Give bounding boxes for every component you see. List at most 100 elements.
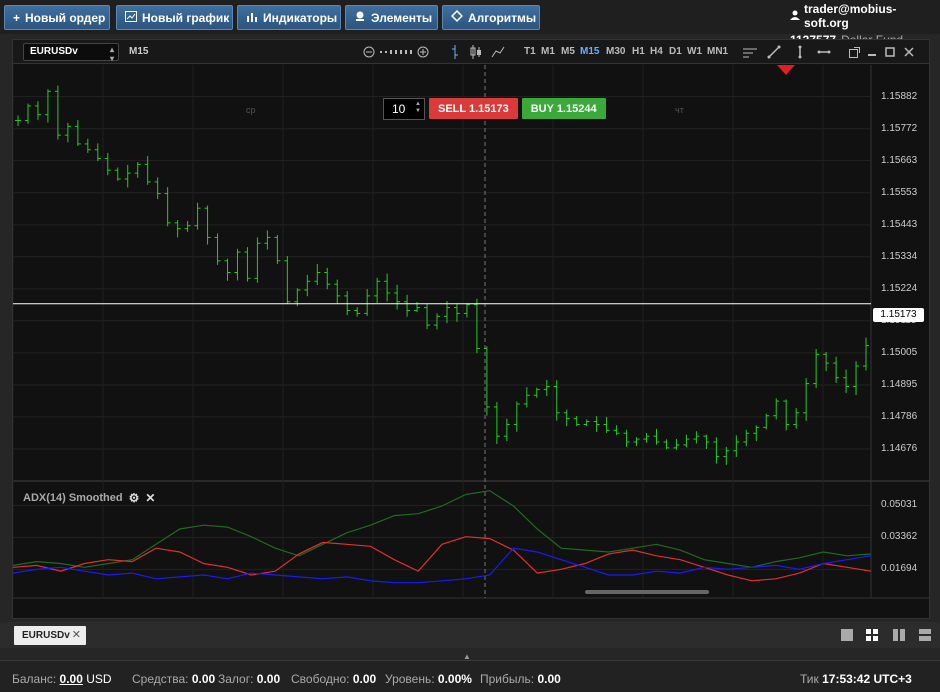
ohlc-bar bbox=[274, 234, 281, 264]
ohlc-bar bbox=[424, 303, 431, 330]
ohlc-bar bbox=[773, 398, 780, 420]
line-chart-type-icon[interactable] bbox=[490, 42, 506, 62]
ohlc-bar bbox=[703, 434, 710, 449]
ohlc-bar bbox=[613, 425, 620, 436]
sell-button[interactable]: SELL 1.15173 bbox=[429, 98, 518, 119]
ohlc-bar bbox=[44, 89, 51, 123]
ohlc-bar bbox=[833, 356, 840, 383]
ohlc-bar bbox=[753, 425, 760, 442]
level-value: 0.00% bbox=[437, 672, 472, 686]
ohlc-bar bbox=[633, 437, 640, 447]
tf-mn1[interactable]: MN1 bbox=[707, 46, 728, 57]
balance: Баланс: 0.00 USD bbox=[12, 672, 112, 686]
ohlc-bar bbox=[623, 429, 630, 448]
gear-icon[interactable]: ⚙ bbox=[129, 491, 140, 505]
zoom-in-icon[interactable] bbox=[415, 42, 431, 62]
diamond-icon bbox=[450, 9, 464, 25]
price-tick-label: 1.15663 bbox=[881, 154, 918, 166]
close-indicator-icon[interactable]: ✕ bbox=[145, 491, 155, 505]
balance-value: 0.00 bbox=[59, 672, 83, 686]
zoom-slider[interactable] bbox=[379, 42, 413, 62]
plus-icon: + bbox=[13, 10, 21, 25]
ohlc-bar bbox=[114, 167, 121, 181]
indicators-button[interactable]: Индикаторы bbox=[237, 5, 341, 30]
ohlc-bar bbox=[264, 230, 271, 250]
ohlc-bar bbox=[453, 304, 460, 322]
new-chart-button[interactable]: Новый график bbox=[116, 5, 233, 30]
margin-level: Уровень: 0.00% bbox=[385, 672, 472, 686]
tf-d1[interactable]: D1 bbox=[669, 46, 682, 57]
tf-h4[interactable]: H4 bbox=[650, 46, 663, 57]
timezone[interactable]: UTC+3 bbox=[874, 672, 912, 686]
layout-grid-icon[interactable] bbox=[865, 628, 879, 642]
ohlc-bar bbox=[583, 419, 590, 427]
ohlc-bar bbox=[663, 439, 670, 450]
ohlc-bar bbox=[603, 416, 610, 433]
top-toolbar: + Новый ордер Новый график Индикаторы Эл… bbox=[0, 0, 940, 47]
adx-tick-label: 0.01694 bbox=[881, 563, 918, 575]
algorithms-button[interactable]: Алгоритмы bbox=[442, 5, 540, 30]
close-icon[interactable] bbox=[902, 42, 916, 62]
ohlc-bar bbox=[473, 298, 480, 354]
layout-rows-icon[interactable] bbox=[918, 628, 932, 642]
ohlc-bar bbox=[723, 446, 730, 465]
margin-value: 0.00 bbox=[256, 672, 281, 686]
tf-t1[interactable]: T1 bbox=[524, 46, 536, 57]
alert-marker-icon bbox=[777, 65, 795, 75]
ohlc-bar bbox=[154, 177, 161, 200]
price-chart[interactable] bbox=[13, 65, 929, 618]
spinner-icon[interactable]: ▲ ▼ bbox=[415, 101, 421, 115]
elements-button[interactable]: Элементы bbox=[345, 5, 438, 30]
tf-m15[interactable]: M15 bbox=[580, 46, 599, 57]
maximize-icon[interactable] bbox=[883, 42, 897, 62]
ohlc-bar bbox=[354, 307, 361, 317]
tf-h1[interactable]: H1 bbox=[632, 46, 645, 57]
free-margin: Свободно: 0.00 bbox=[291, 672, 376, 686]
lot-input[interactable]: 10 ▲ ▼ bbox=[383, 98, 425, 120]
buy-button[interactable]: BUY 1.15244 bbox=[521, 98, 606, 119]
price-tick-label: 1.14895 bbox=[881, 379, 918, 391]
chart-tab[interactable]: EURUSDv ✕ bbox=[14, 626, 86, 645]
horizontal-ray-tool-icon[interactable] bbox=[815, 42, 833, 62]
minimize-icon[interactable] bbox=[865, 42, 879, 62]
ohlc-bar bbox=[74, 120, 81, 146]
close-tab-icon[interactable]: ✕ bbox=[72, 628, 81, 641]
candle-chart-type-icon[interactable] bbox=[468, 42, 484, 62]
ohlc-bar bbox=[14, 115, 21, 127]
profit-label: Прибыль: bbox=[480, 672, 535, 686]
trade-panel: 10 ▲ ▼ SELL 1.15173 BUY 1.15244 bbox=[383, 98, 606, 120]
ohlc-bar bbox=[493, 402, 500, 444]
user-icon bbox=[790, 9, 800, 23]
horizontal-line-tool-icon[interactable] bbox=[741, 42, 759, 62]
ohlc-bar bbox=[134, 162, 141, 178]
ohlc-bar bbox=[793, 408, 800, 429]
tf-m1[interactable]: M1 bbox=[541, 46, 555, 57]
symbol-select[interactable]: EURUSDv ▴ ▾ bbox=[23, 43, 119, 63]
account-user: trader@mobius-soft.org bbox=[804, 2, 897, 30]
ohlc-bar bbox=[643, 433, 650, 443]
tf-w1[interactable]: W1 bbox=[687, 46, 702, 57]
trendline-tool-icon[interactable] bbox=[765, 42, 783, 62]
tf-m30[interactable]: M30 bbox=[606, 46, 625, 57]
ohlc-bar bbox=[244, 247, 251, 282]
tf-m5[interactable]: M5 bbox=[561, 46, 575, 57]
price-tick-label: 1.15005 bbox=[881, 346, 918, 358]
ohlc-bar bbox=[783, 399, 790, 431]
ohlc-bar bbox=[434, 313, 441, 330]
ohlc-bar bbox=[364, 288, 371, 316]
ohlc-bar bbox=[254, 237, 261, 283]
new-order-button[interactable]: + Новый ордер bbox=[4, 5, 110, 30]
vertical-line-tool-icon[interactable] bbox=[791, 42, 809, 62]
zoom-out-icon[interactable] bbox=[361, 42, 377, 62]
balance-label: Баланс: bbox=[12, 672, 57, 686]
symbol-select-value: EURUSDv bbox=[30, 46, 78, 57]
bar-chart-type-icon[interactable] bbox=[447, 42, 463, 62]
chart-area[interactable]: ср чт 10 ▲ ▼ SELL 1.15173 BUY 1.15244 1.1… bbox=[13, 65, 929, 637]
algorithms-label: Алгоритмы bbox=[468, 10, 537, 25]
ohlc-bar bbox=[184, 221, 191, 232]
layout-single-icon[interactable] bbox=[840, 628, 854, 642]
ohlc-bar bbox=[733, 435, 740, 457]
popout-icon[interactable] bbox=[847, 42, 861, 62]
layout-columns-icon[interactable] bbox=[892, 628, 906, 642]
ohlc-bar bbox=[94, 143, 101, 162]
